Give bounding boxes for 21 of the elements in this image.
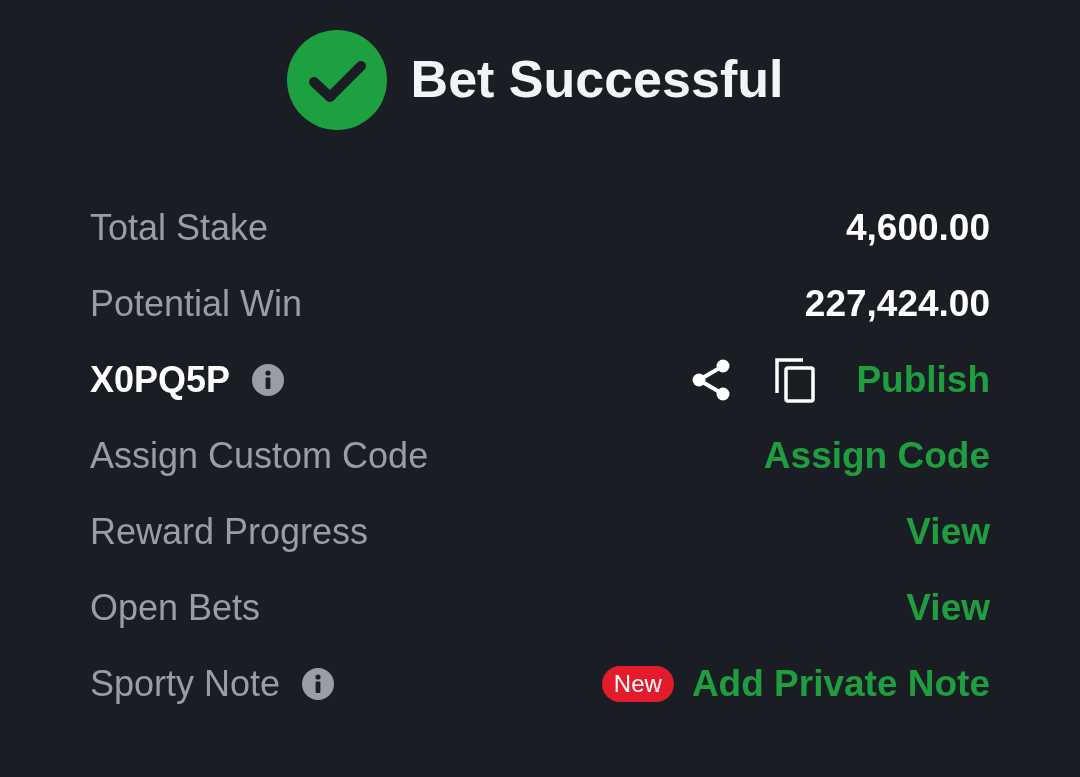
success-check-icon: [286, 30, 387, 130]
row-label: Open Bets: [90, 586, 261, 630]
new-badge: New: [601, 666, 674, 702]
action-link[interactable]: View: [906, 509, 990, 555]
row-label: Reward Progress: [90, 510, 369, 554]
share-icon[interactable]: [691, 359, 732, 401]
publish-link[interactable]: Publish: [856, 357, 990, 403]
row-label: Total Stake: [90, 206, 269, 250]
info-icon[interactable]: [252, 364, 285, 396]
row-label: Assign Custom Code: [90, 434, 429, 478]
action-link[interactable]: Add Private Note: [691, 661, 990, 707]
row-label: Potential Win: [90, 282, 303, 326]
dialog-title: Bet Successful: [410, 50, 784, 110]
row-label: Sporty Note: [90, 662, 281, 706]
row-value: 4,600.00: [845, 205, 990, 250]
bet-code: X0PQ5P: [90, 358, 231, 402]
copy-icon[interactable]: [774, 357, 817, 403]
action-link[interactable]: View: [906, 585, 990, 631]
action-link[interactable]: Assign Code: [763, 433, 990, 479]
row-value: 227,424.00: [804, 281, 990, 326]
info-icon[interactable]: [302, 668, 335, 700]
